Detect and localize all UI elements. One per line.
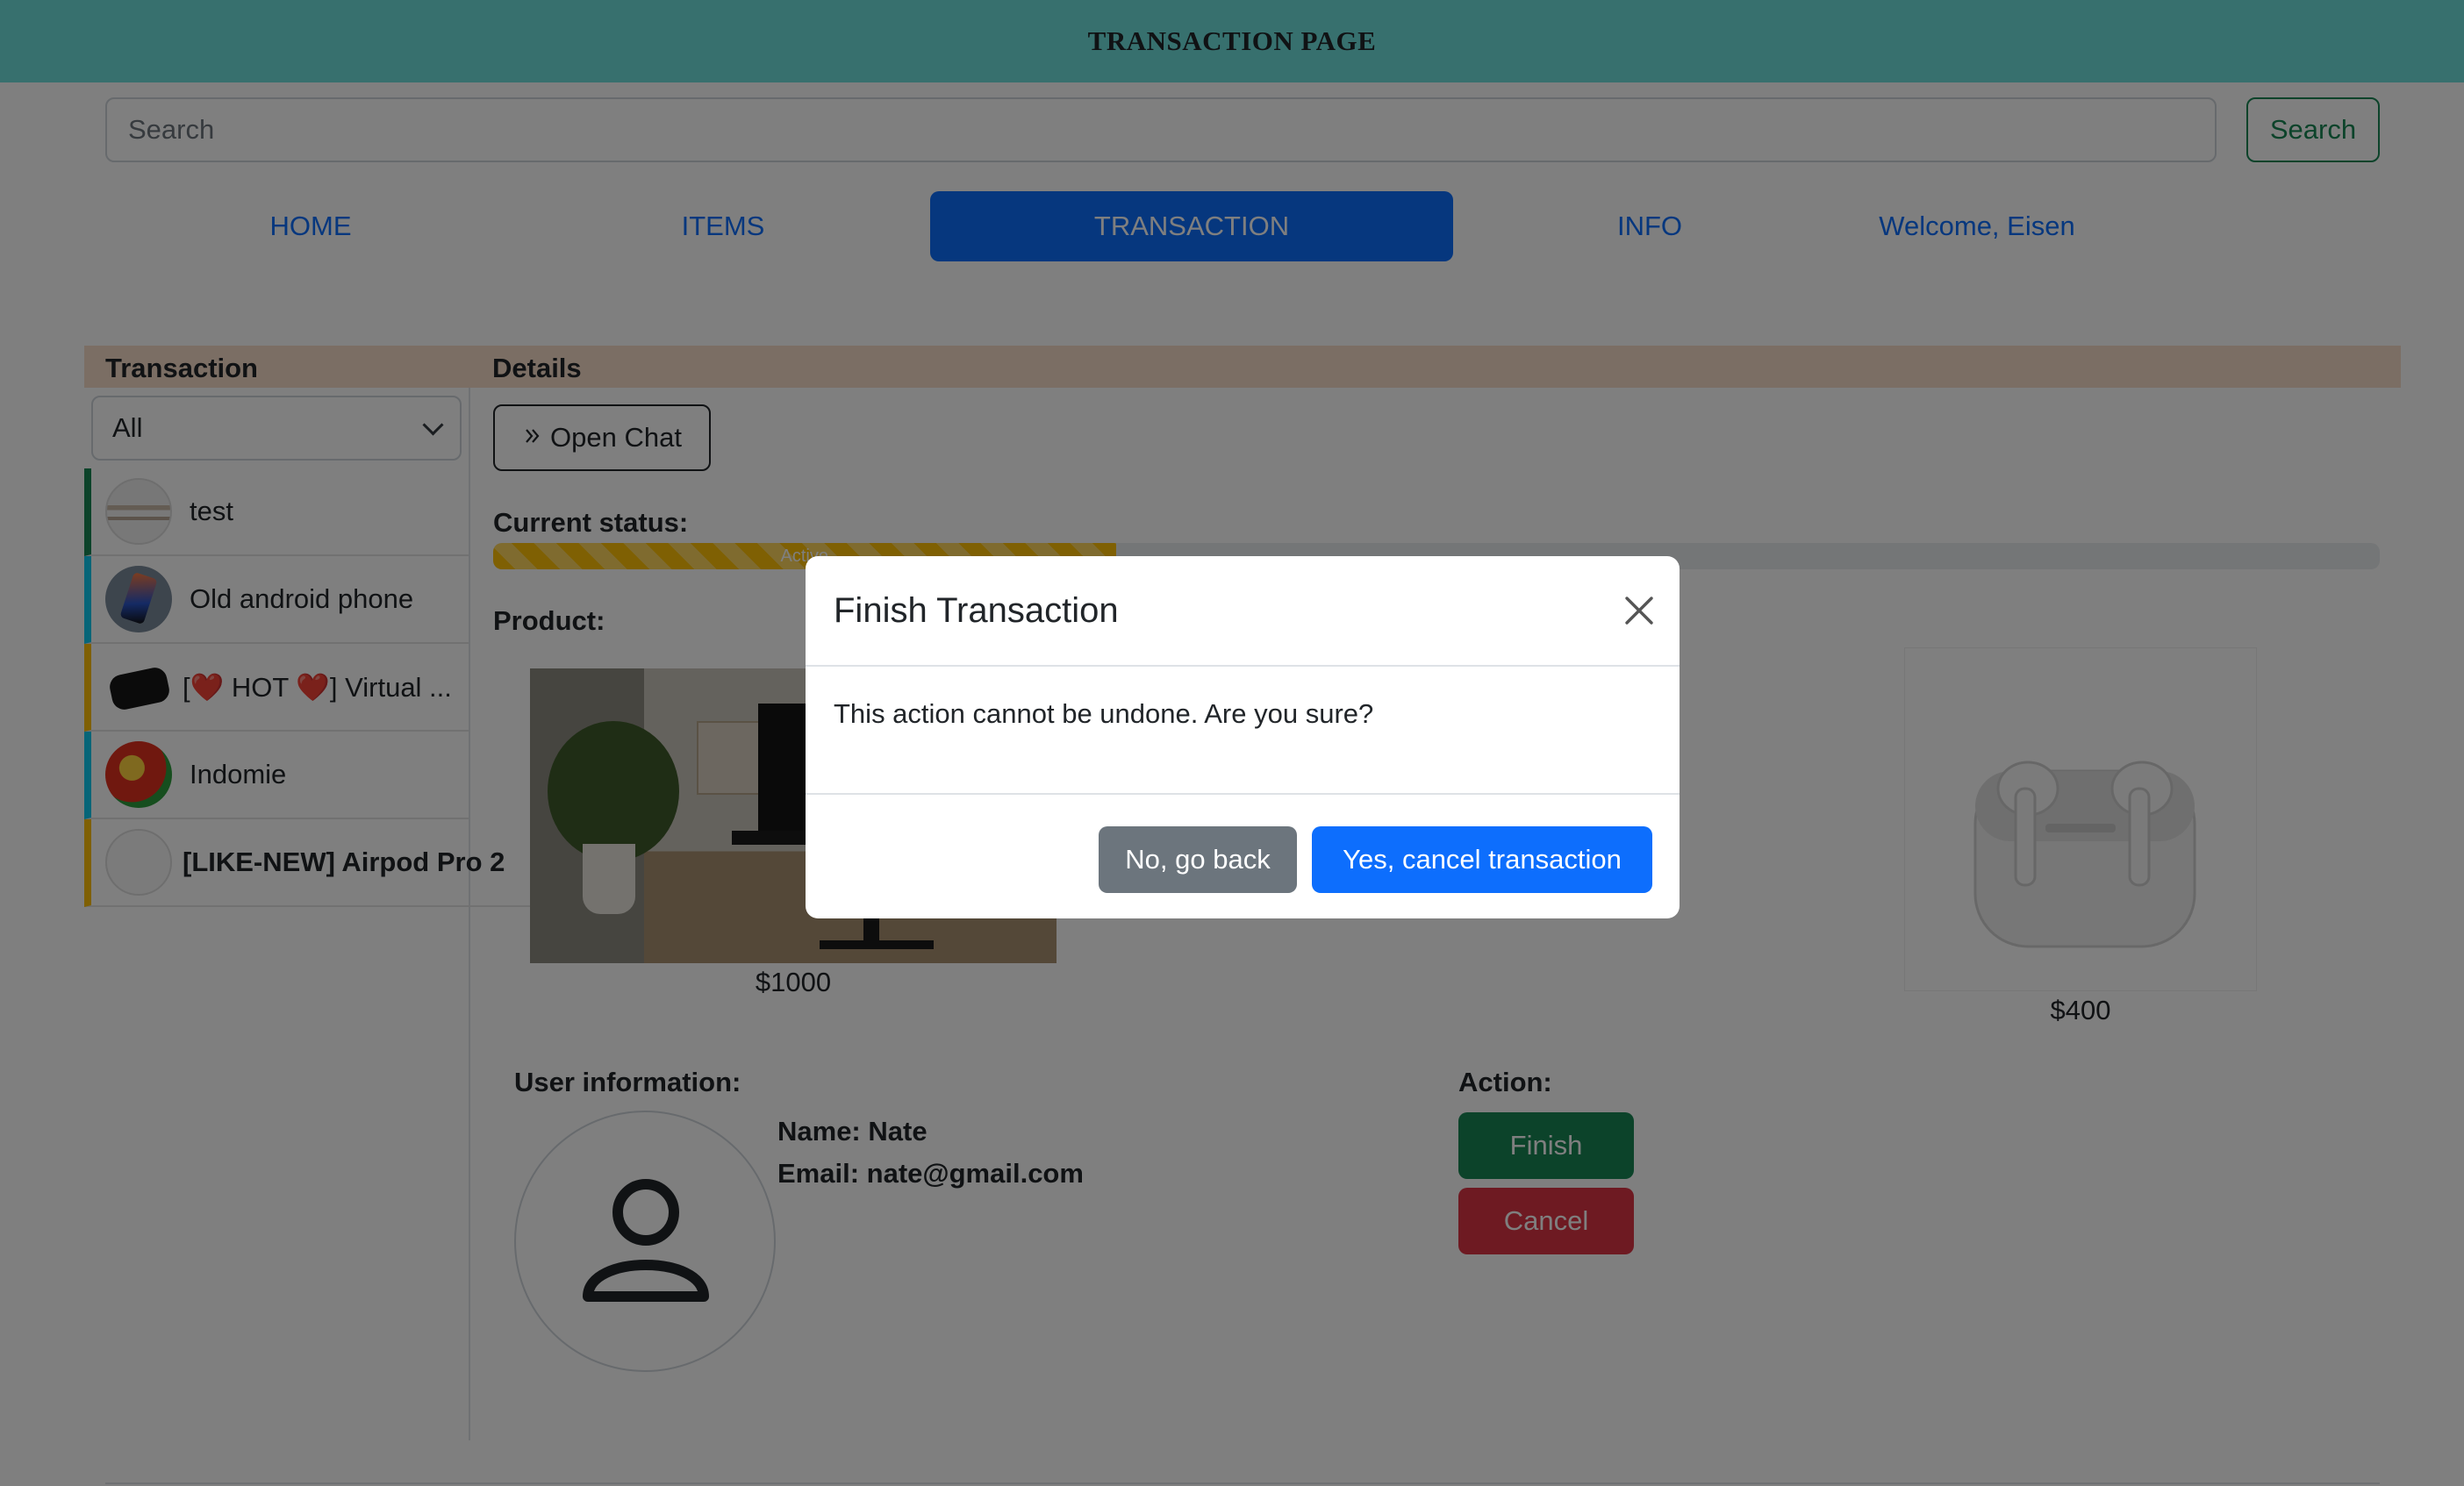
finish-transaction-modal: Finish Transaction This action cannot be…	[806, 556, 1680, 918]
modal-title: Finish Transaction	[834, 591, 1119, 630]
confirm-cancel-transaction-button[interactable]: Yes, cancel transaction	[1312, 826, 1652, 893]
go-back-button[interactable]: No, go back	[1099, 826, 1297, 893]
modal-body-text: This action cannot be undone. Are you su…	[834, 698, 1374, 729]
modal-header: Finish Transaction	[806, 556, 1680, 667]
close-icon[interactable]	[1622, 593, 1657, 628]
modal-footer: No, go back Yes, cancel transaction	[806, 793, 1680, 918]
